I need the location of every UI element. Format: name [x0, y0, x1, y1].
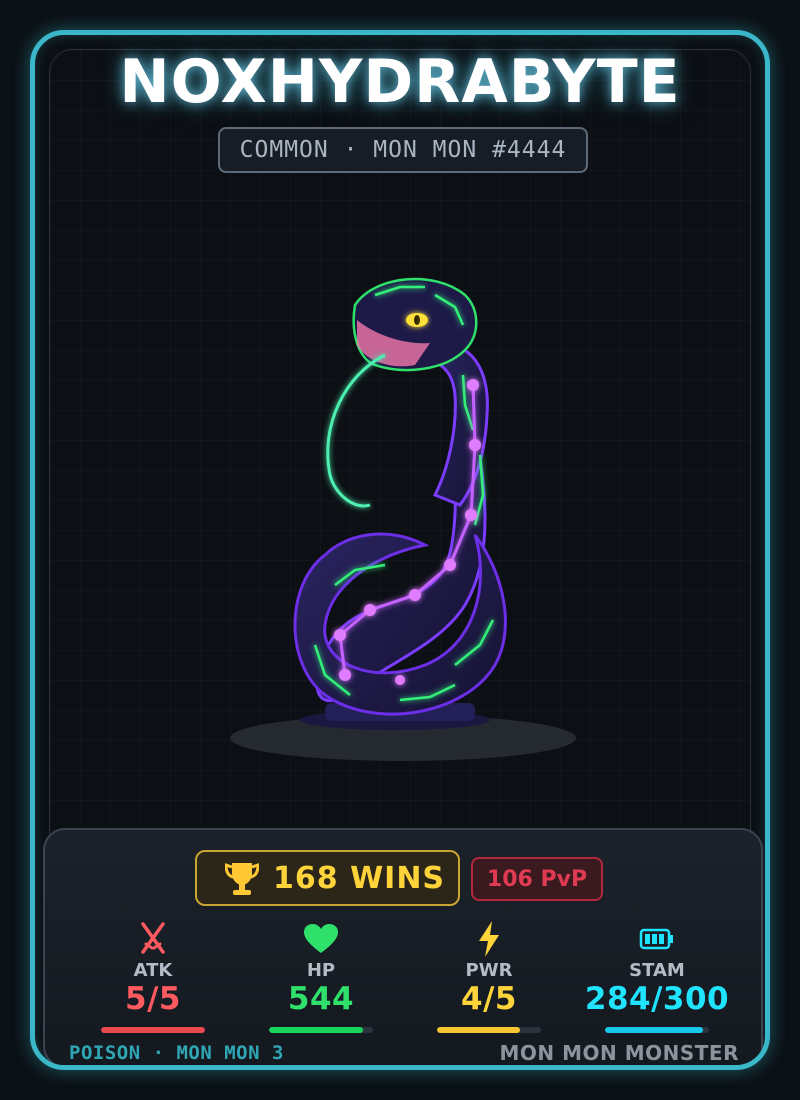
stat-value: 544	[287, 981, 355, 1017]
pvp-badge: 106 PvP	[471, 857, 603, 901]
monster-illustration	[293, 277, 507, 730]
lightning-icon	[479, 921, 499, 957]
stat-label: ATK	[133, 960, 173, 981]
monster-card: NOXHYDRABYTE COMMON · MON MON #4444 168 …	[30, 30, 770, 1070]
stat-value: 5/5	[125, 981, 181, 1017]
stats-panel: 168 WINS 106 PvP ATK 5/5 HP 544 PWR 4/5 …	[43, 828, 763, 1065]
stat-hp: HP 544	[241, 920, 401, 1033]
stat-label: HP	[306, 960, 336, 981]
rarity-badge: COMMON · MON MON #4444	[218, 127, 588, 173]
sword-clash-icon	[141, 922, 165, 954]
stat-bar	[437, 1027, 541, 1033]
stat-bar	[101, 1027, 205, 1033]
type-label: POISON · MON MON 3	[69, 1042, 284, 1064]
stat-bar	[605, 1027, 709, 1033]
battery-icon	[639, 928, 673, 950]
stat-pwr: PWR 4/5	[409, 920, 569, 1033]
heart-icon	[304, 924, 338, 953]
wins-count: 168 WINS	[273, 860, 446, 896]
wins-badge: 168 WINS	[195, 850, 460, 906]
stat-label: PWR	[465, 960, 513, 981]
trophy-icon	[225, 863, 259, 895]
monster-name: NOXHYDRABYTE	[119, 47, 681, 117]
brand-label: MON MON MONSTER	[499, 1041, 739, 1065]
stat-bar	[269, 1027, 373, 1033]
stat-label: STAM	[629, 960, 685, 981]
stat-value: 4/5	[461, 981, 517, 1017]
stat-atk: ATK 5/5	[73, 920, 233, 1033]
stat-stam: STAM 284/300	[577, 920, 737, 1033]
stat-value: 284/300	[584, 981, 730, 1017]
